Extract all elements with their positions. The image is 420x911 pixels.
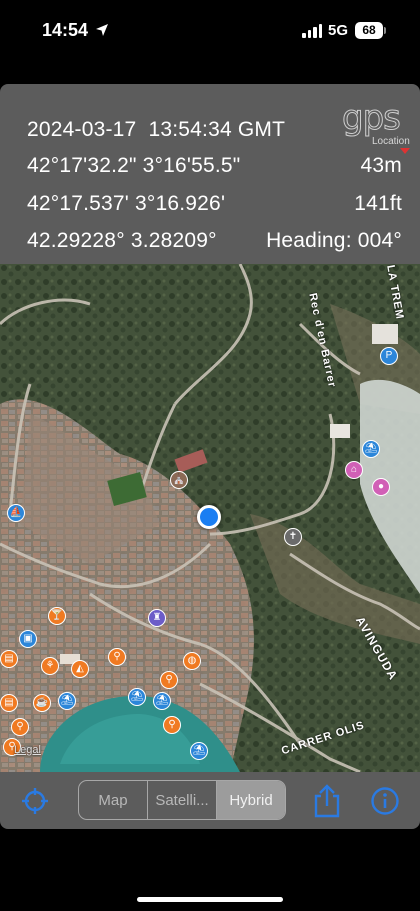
restaurant-poi-5[interactable]: ⚲ <box>163 716 181 734</box>
dm-row: 42°17.537' 3°16.926' 141ft <box>27 192 402 218</box>
heading-text: Heading: 004° <box>266 229 402 252</box>
bar-poi[interactable]: 🍸 <box>48 607 66 625</box>
boat-poi[interactable]: ⛵ <box>7 504 25 522</box>
coffee-poi[interactable]: ☕ <box>33 694 51 712</box>
restaurant-poi-4[interactable]: ⚲ <box>11 718 29 736</box>
current-location-dot <box>197 505 221 529</box>
bottom-toolbar: Map Satelli... Hybrid <box>0 772 420 829</box>
beach-poi-5[interactable]: ⛱ <box>190 742 208 760</box>
beach-poi-4[interactable]: ⛱ <box>153 692 171 710</box>
network-type: 5G <box>328 22 349 39</box>
dm-coordinates: 42°17.537' 3°16.926' <box>27 192 226 215</box>
logo-subtitle: Location <box>372 136 410 147</box>
map-type-segmented-control: Map Satelli... Hybrid <box>78 780 286 820</box>
dms-coordinates: 42°17'32.2" 3°16'55.5" <box>27 154 241 177</box>
beach-poi[interactable]: ⛱ <box>362 440 380 458</box>
landmark-poi[interactable]: ⛪ <box>170 471 188 489</box>
hotel-poi[interactable]: ▣ <box>19 630 37 648</box>
restaurant-poi-1[interactable]: ⚘ <box>41 657 59 675</box>
logo-heart-icon <box>400 148 410 154</box>
status-time: 14:54 <box>42 20 89 40</box>
map-type-hybrid[interactable]: Hybrid <box>217 781 285 819</box>
castle-poi[interactable]: ♜ <box>148 609 166 627</box>
logo-text: gps <box>342 98 402 139</box>
dms-row: 42°17'32.2" 3°16'55.5" 43m <box>27 154 402 180</box>
location-arrow-icon <box>96 24 108 36</box>
share-icon <box>314 784 340 818</box>
pizza-poi[interactable]: ◭ <box>71 660 89 678</box>
beach-poi-2[interactable]: ⛱ <box>58 692 76 710</box>
altitude-meters: 43m <box>360 154 402 177</box>
shop-poi[interactable]: ▤ <box>0 650 18 668</box>
decimal-coordinates: 42.29228° 3.28209° <box>27 229 217 252</box>
gps-location-logo: gps Location <box>340 98 418 154</box>
datetime-text: 2024-03-17 13:54:34 GMT <box>27 118 286 141</box>
map-type-map[interactable]: Map <box>79 781 148 819</box>
cafe-poi[interactable]: ◍ <box>183 652 201 670</box>
locate-button[interactable] <box>18 784 52 818</box>
status-bar: 14:54 5G 68 <box>0 0 420 64</box>
battery-icon: 68 <box>355 22 383 39</box>
restaurant-poi-2[interactable]: ⚲ <box>108 648 126 666</box>
restaurant-poi-3[interactable]: ⚲ <box>160 671 178 689</box>
altitude-feet: 141ft <box>354 192 402 215</box>
satellite-map[interactable]: Rec d'en Barrer AVINGUDA CARRER OLIS LA … <box>0 264 420 772</box>
map-type-satellite[interactable]: Satelli... <box>148 781 217 819</box>
legal-link[interactable]: Legal <box>14 744 41 756</box>
parking-poi[interactable]: P <box>380 347 398 365</box>
home-indicator[interactable] <box>137 897 283 902</box>
info-icon <box>371 787 399 815</box>
battery-cap <box>384 27 386 34</box>
crosshair-icon <box>22 788 48 814</box>
cemetery-poi[interactable]: ✝ <box>284 528 302 546</box>
cellular-signal-icon <box>302 24 322 38</box>
museum-poi[interactable]: ⌂ <box>345 461 363 479</box>
info-button[interactable] <box>368 784 402 818</box>
share-button[interactable] <box>310 784 344 818</box>
shop-poi-2[interactable]: ▤ <box>0 694 18 712</box>
decimal-row: 42.29228° 3.28209° Heading: 004° <box>27 229 402 255</box>
attraction-poi[interactable]: ● <box>372 478 390 496</box>
beach-poi-3[interactable]: ⛱ <box>128 688 146 706</box>
